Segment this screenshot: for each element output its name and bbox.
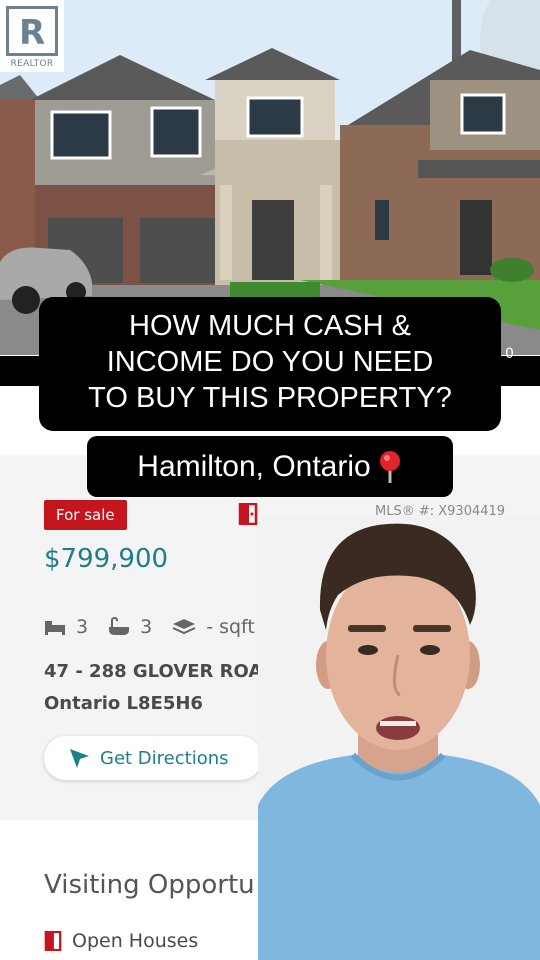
bed-icon <box>45 621 65 635</box>
sqft-value: - sqft <box>206 616 255 638</box>
door-icon[interactable] <box>238 503 258 525</box>
baths-count: 3 <box>140 616 153 638</box>
realtor-logo-text: REALTOR <box>10 59 54 69</box>
map-pin-icon <box>379 450 400 483</box>
open-houses-item[interactable]: Open Houses <box>44 930 198 952</box>
location-text: Hamilton, Ontario <box>137 449 371 483</box>
band-digit: 0 <box>505 346 514 362</box>
headline-caption: HOW MUCH CASH & INCOME DO YOU NEED TO BU… <box>39 297 501 431</box>
beds-count: 3 <box>76 616 89 638</box>
get-directions-label: Get Directions <box>100 747 229 769</box>
listing-price: $799,900 <box>44 544 169 574</box>
navigation-arrow-icon <box>70 749 89 768</box>
get-directions-button[interactable]: Get Directions <box>44 736 262 780</box>
headline-line-1: HOW MUCH CASH & <box>129 310 411 342</box>
open-house-door-icon <box>44 931 62 951</box>
bath-icon <box>109 617 130 635</box>
visiting-opportunities-heading: Visiting Opportu <box>44 870 255 900</box>
presenter-video <box>258 515 540 960</box>
presenter-figure <box>258 515 540 960</box>
for-sale-badge: For sale <box>44 500 127 530</box>
realtor-logo: REALTOR <box>0 0 64 72</box>
layers-icon <box>172 619 196 635</box>
realtor-logo-mark <box>6 6 58 56</box>
headline-line-2: INCOME DO YOU NEED <box>106 346 434 378</box>
location-caption: Hamilton, Ontario <box>87 436 453 497</box>
open-houses-label: Open Houses <box>72 930 199 952</box>
headline-line-3: TO BUY THIS PROPERTY? <box>88 382 452 414</box>
